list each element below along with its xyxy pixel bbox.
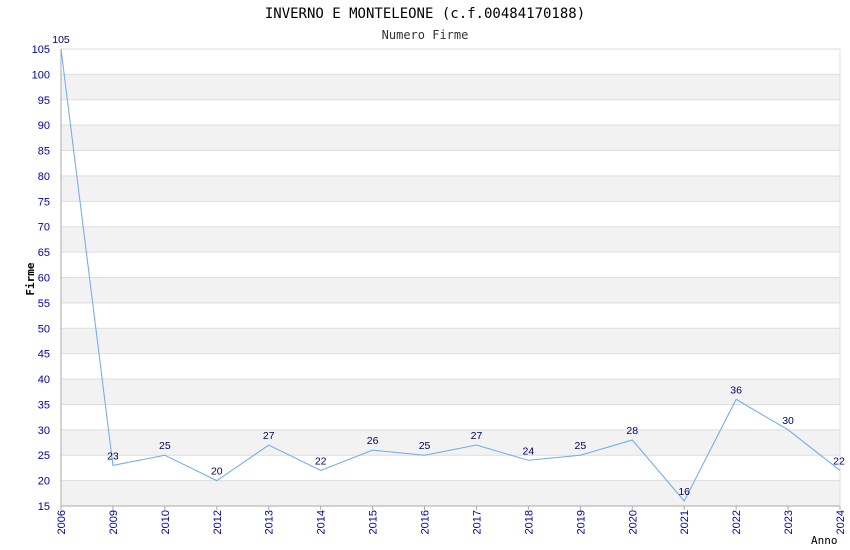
x-tick-label: 2016: [420, 510, 432, 534]
y-tick-label: 45: [38, 349, 50, 361]
y-tick-label: 95: [38, 95, 50, 107]
chart-subtitle: Numero Firme: [382, 28, 469, 42]
plot-band: [61, 379, 840, 405]
plot-band: [61, 277, 840, 303]
plot-band: [61, 328, 840, 354]
data-label: 24: [523, 445, 535, 457]
y-tick-label: 75: [38, 196, 50, 208]
plot-band: [61, 455, 840, 481]
x-tick-label: 2012: [212, 510, 224, 534]
y-tick-label: 40: [38, 374, 50, 386]
plot-band: [61, 49, 840, 75]
y-tick-label: 100: [32, 69, 50, 81]
x-tick-label: 2021: [679, 510, 691, 534]
x-tick-label: 2006: [56, 510, 68, 534]
data-label: 28: [626, 425, 638, 437]
plot-band: [61, 353, 840, 380]
data-label: 25: [419, 440, 431, 452]
plot-band: [61, 252, 840, 278]
plot-band: [61, 99, 840, 126]
y-tick-label: 105: [32, 44, 50, 56]
x-tick-label: 2023: [783, 510, 795, 534]
y-tick-label: 90: [38, 120, 50, 132]
data-label: 16: [678, 486, 690, 498]
line-chart: INVERNO E MONTELEONE (c.f.00484170188) N…: [24, 6, 847, 547]
data-label: 27: [263, 430, 275, 442]
y-tick-label: 25: [38, 450, 50, 462]
plot-band: [61, 125, 840, 151]
x-tick-label: 2020: [627, 510, 639, 534]
data-label: 26: [367, 435, 379, 447]
x-tick-label: 2019: [575, 510, 587, 534]
y-tick-label: 15: [38, 501, 50, 513]
x-tick-label: 2013: [264, 510, 276, 534]
y-tick-label: 50: [38, 323, 50, 335]
data-label: 22: [833, 455, 845, 467]
y-tick-label: 55: [38, 298, 50, 310]
plot-band: [61, 175, 840, 202]
plot-band: [61, 74, 840, 100]
plot-band: [61, 201, 840, 227]
x-tick-label: 2014: [316, 510, 328, 534]
plot-band: [61, 226, 840, 253]
plot-band: [61, 480, 840, 506]
data-label: 20: [211, 466, 223, 478]
y-tick-label: 65: [38, 247, 50, 259]
x-tick-label: 2018: [523, 510, 535, 534]
plot-band: [61, 429, 840, 456]
x-axis-ticks: 2006 2009 2010 2012 2013 2014 2015 2016 2017 2018…: [56, 506, 847, 534]
data-label: 25: [159, 440, 171, 452]
plot-band: [61, 302, 840, 329]
x-tick-label: 2015: [368, 510, 380, 534]
data-label: 27: [471, 430, 483, 442]
data-label: 23: [107, 450, 119, 462]
plot-band: [61, 404, 840, 430]
y-axis-title: Firme: [24, 262, 37, 295]
x-tick-label: 2017: [471, 510, 483, 534]
x-tick-label: 2010: [160, 510, 172, 534]
x-tick-label: 2009: [108, 510, 120, 534]
y-tick-label: 30: [38, 425, 50, 437]
data-label: 36: [730, 384, 742, 396]
chart-title: INVERNO E MONTELEONE (c.f.00484170188): [265, 6, 585, 22]
data-label: 22: [315, 455, 327, 467]
y-tick-label: 60: [38, 273, 50, 285]
data-label: 25: [574, 440, 586, 452]
x-tick-label: 2022: [731, 510, 743, 534]
y-tick-label: 85: [38, 146, 50, 158]
plot-band: [61, 150, 840, 176]
y-tick-label: 70: [38, 222, 50, 234]
x-tick-label: 2024: [835, 510, 847, 534]
x-axis-title: Anno: [811, 534, 838, 547]
y-tick-label: 35: [38, 399, 50, 411]
data-label: 30: [782, 415, 794, 427]
data-label: 105: [52, 34, 70, 46]
y-tick-label: 20: [38, 476, 50, 488]
y-tick-label: 80: [38, 171, 50, 183]
